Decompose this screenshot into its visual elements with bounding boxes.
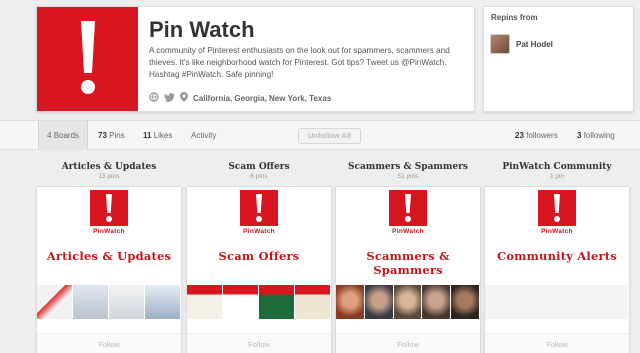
board-card[interactable]: PinWatch Scam Offers Follow: [186, 186, 332, 353]
board-scammers-spammers: Scammers & Spammers 51 pins PinWatch Sca…: [335, 162, 481, 353]
tab-likes[interactable]: 11 Likes: [143, 121, 172, 150]
exclamation-icon: [389, 190, 427, 226]
thumbnail: [223, 285, 259, 319]
followers-label: followers: [526, 131, 558, 140]
thumbnail: [145, 285, 181, 319]
follow-button[interactable]: Follow: [485, 333, 629, 353]
boards-label: Boards: [53, 131, 80, 140]
thumbnail: [364, 285, 394, 319]
board-brand: PinWatch: [392, 228, 424, 235]
board-title[interactable]: PinWatch Community: [484, 162, 630, 172]
pinwatch-logo: [37, 7, 138, 111]
thumbnail: [451, 285, 480, 319]
board-card[interactable]: PinWatch Community Alerts Follow: [484, 186, 630, 353]
board-brand: PinWatch: [541, 228, 573, 235]
twitter-bird-icon[interactable]: [164, 92, 176, 104]
profile-name: Pin Watch: [149, 17, 255, 42]
boards-count: 4: [47, 131, 52, 140]
thumbnail: [393, 285, 423, 319]
follow-button[interactable]: Follow: [187, 333, 331, 353]
likes-count: 11: [143, 131, 152, 140]
repin-user-name[interactable]: Pat Hodel: [516, 40, 553, 49]
repins-title: Repins from: [491, 13, 538, 22]
thumbnail: [259, 285, 295, 319]
board-title[interactable]: Scam Offers: [186, 162, 332, 172]
board-brand: PinWatch: [93, 228, 125, 235]
profile-links: California, Georgia, New York, Texas: [149, 92, 331, 104]
location-pin-icon: [180, 92, 188, 104]
tab-activity[interactable]: Activity: [191, 121, 216, 150]
exclamation-icon: [90, 190, 128, 226]
thumbnail: [485, 285, 629, 319]
thumbnail: [73, 285, 109, 319]
exclamation-icon: [37, 7, 138, 111]
pins-count: 73: [98, 131, 107, 140]
pins-label: Pins: [109, 131, 125, 140]
board-cover-heading: Community Alerts: [497, 249, 617, 263]
follow-button[interactable]: Follow: [336, 333, 480, 353]
following-link[interactable]: 3 following: [577, 121, 615, 150]
board-pin-count: 6 pins: [250, 173, 268, 180]
board-pin-count: 15 pins: [98, 173, 120, 180]
thumbnail: [336, 285, 365, 319]
profile-card: Pin Watch A community of Pinterest enthu…: [36, 6, 475, 112]
board-cover-heading: Articles & Updates: [46, 249, 172, 263]
profile-bio: A community of Pinterest enthusiasts on …: [149, 46, 450, 79]
thumbnail: [37, 285, 73, 319]
globe-icon[interactable]: [149, 92, 159, 104]
thumbnail: [422, 285, 452, 319]
tab-pins[interactable]: 73 Pins: [98, 121, 125, 150]
repin-user[interactable]: Pat Hodel: [490, 34, 553, 54]
board-thumbnails: [485, 285, 629, 319]
board-cover-heading: Scam Offers: [218, 249, 300, 263]
following-count: 3: [577, 131, 582, 140]
activity-label: Activity: [191, 131, 217, 140]
avatar[interactable]: [490, 34, 510, 54]
followers-link[interactable]: 23 followers: [515, 121, 558, 150]
thumbnail: [295, 285, 331, 319]
stats-bar: 4 Boards 73 Pins 11 Likes Activity Unfol…: [0, 120, 640, 150]
board-brand: PinWatch: [243, 228, 275, 235]
board-thumbnails: [37, 285, 181, 319]
board-pinwatch-community: PinWatch Community 1 pin PinWatch Commun…: [484, 162, 630, 353]
exclamation-icon: [240, 190, 278, 226]
profile-location: California, Georgia, New York, Texas: [193, 93, 332, 103]
follow-button[interactable]: Follow: [37, 333, 181, 353]
followers-count: 23: [515, 131, 524, 140]
unfollow-all-button[interactable]: Unfollow All: [298, 128, 361, 144]
following-label: following: [583, 131, 615, 140]
thumbnail: [187, 285, 223, 319]
board-title[interactable]: Scammers & Spammers: [335, 162, 481, 172]
board-pin-count: 1 pin: [549, 173, 565, 180]
likes-label: Likes: [153, 131, 173, 140]
board-thumbnails: [336, 285, 480, 319]
tab-boards[interactable]: 4 Boards: [38, 121, 89, 150]
thumbnail: [109, 285, 145, 319]
board-title[interactable]: Articles & Updates: [36, 162, 182, 172]
board-pin-count: 51 pins: [397, 173, 419, 180]
board-card[interactable]: PinWatch Articles & Updates Follow: [36, 186, 182, 353]
board-cover-heading: Scammers & Spammers: [366, 249, 450, 277]
exclamation-icon: [538, 190, 576, 226]
board-scam-offers: Scam Offers 6 pins PinWatch Scam Offers …: [186, 162, 332, 353]
board-thumbnails: [187, 285, 331, 319]
board-articles-updates: Articles & Updates 15 pins PinWatch Arti…: [36, 162, 182, 353]
board-card[interactable]: PinWatch Scammers & Spammers Follow: [335, 186, 481, 353]
repins-card: Repins from Pat Hodel: [483, 6, 634, 112]
